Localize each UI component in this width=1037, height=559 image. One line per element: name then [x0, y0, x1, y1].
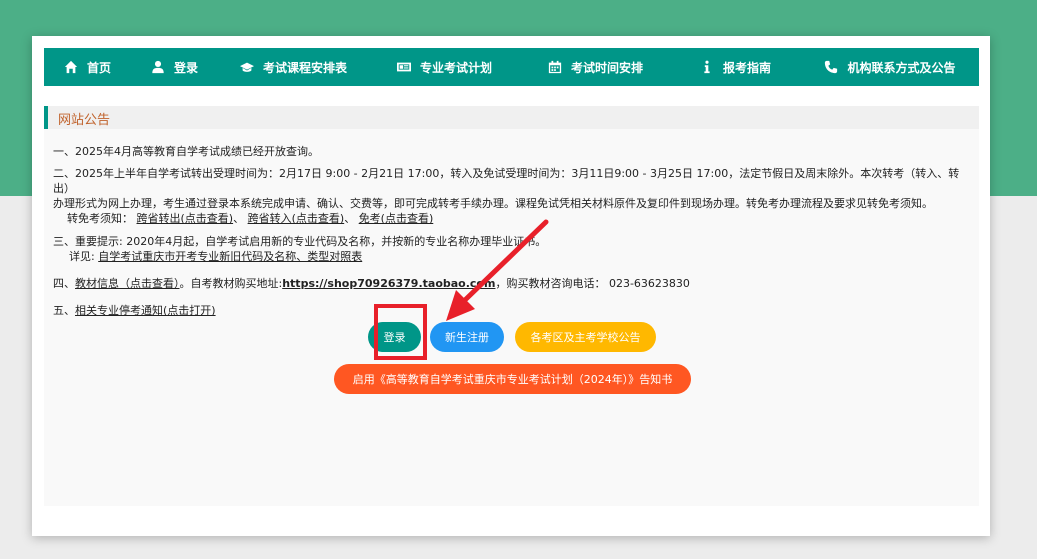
user-icon: [150, 59, 166, 75]
panel-header: 网站公告: [44, 106, 979, 129]
notice-text: 二、2025年上半年自学考试转出受理时间为：2月17日 9:00 - 2月21日…: [53, 167, 960, 195]
notice-item-2: 二、2025年上半年自学考试转出受理时间为：2月17日 9:00 - 2月21日…: [53, 166, 973, 226]
cross-province-out-link[interactable]: 跨省转出(点击查看): [137, 212, 234, 225]
notice-item-4: 四、教材信息（点击查看）。自考教材购买地址:https://shop709263…: [53, 276, 973, 291]
exemption-link[interactable]: 免考(点击查看): [359, 212, 434, 225]
notice-item-1: 一、2025年4月高等教育自学考试成绩已经开放查询。: [53, 144, 973, 159]
notice-links-prefix: 转免考须知：: [67, 212, 133, 225]
main-card: 首页 登录 考试课程安排表 专业考试计划 考试时间安排 报考指南 机构联系方式及…: [32, 36, 990, 536]
notice-detail-prefix: 详见:: [69, 250, 99, 263]
exam-plan-notice-button[interactable]: 启用《高等教育自学考试重庆市专业考试计划（2024年）》告知书: [334, 364, 691, 394]
notice-item-3: 三、重要提示: 2020年4月起，自学考试启用新的专业代码及名称，并按新的专业名…: [53, 234, 973, 264]
announcement-panel: 网站公告 一、2025年4月高等教育自学考试成绩已经开放查询。 二、2025年上…: [44, 106, 979, 506]
cross-province-in-link[interactable]: 跨省转入(点击查看): [248, 212, 345, 225]
nav-item-label: 登录: [173, 60, 198, 75]
nav-item-guide[interactable]: 报考指南: [670, 48, 800, 86]
nav-item-home[interactable]: 首页: [44, 48, 130, 86]
notice-text: 办理形式为网上办理，考生通过登录本系统完成申请、确认、交费等，即可完成转考手续办…: [53, 197, 933, 210]
notice-prefix: 四、: [53, 277, 75, 290]
info-icon: [699, 59, 715, 75]
notice-text: 。自考教材购买地址:: [179, 277, 283, 290]
nav-item-label: 专业考试计划: [419, 60, 492, 75]
notice-detail: 详见: 自学考试重庆市开考专业新旧代码及名称、类型对照表: [53, 249, 973, 264]
nav-item-exam-plan[interactable]: 专业考试计划: [368, 48, 520, 86]
taobao-shop-link[interactable]: https://shop70926379.taobao.com: [282, 277, 495, 290]
phone-icon: [823, 59, 839, 75]
home-icon: [63, 59, 79, 75]
nav-item-label: 考试时间安排: [570, 60, 643, 75]
separator: 、: [344, 212, 356, 225]
notice-item-5: 五、相关专业停考通知(点击打开): [53, 303, 973, 318]
major-code-table-link[interactable]: 自学考试重庆市开考专业新旧代码及名称、类型对照表: [98, 250, 362, 263]
notice-links: 转免考须知： 跨省转出(点击查看)、 跨省转入(点击查看)、 免考(点击查看): [53, 211, 973, 226]
nav-bar: 首页 登录 考试课程安排表 专业考试计划 考试时间安排 报考指南 机构联系方式及…: [44, 48, 979, 86]
calendar-icon: [547, 59, 563, 75]
nav-item-label: 考试课程安排表: [262, 60, 347, 75]
exam-schools-button[interactable]: 各考区及主考学校公告: [515, 322, 656, 352]
register-button[interactable]: 新生注册: [430, 322, 504, 352]
graduation-cap-icon: [239, 59, 255, 75]
notice-prefix: 五、: [53, 304, 75, 317]
nav-item-label: 报考指南: [722, 60, 771, 75]
nav-item-exam-time[interactable]: 考试时间安排: [520, 48, 670, 86]
panel-title: 网站公告: [58, 113, 111, 128]
nav-item-contact[interactable]: 机构联系方式及公告: [800, 48, 979, 86]
nav-item-label: 机构联系方式及公告: [847, 60, 956, 75]
id-card-icon: [396, 59, 412, 75]
textbook-info-link[interactable]: 教材信息（点击查看）: [75, 277, 180, 290]
separator: 、: [233, 212, 245, 225]
notice-text: 一、2025年4月高等教育自学考试成绩已经开放查询。: [53, 145, 319, 158]
nav-item-course-schedule[interactable]: 考试课程安排表: [218, 48, 368, 86]
notice-text: ，购买教材咨询电话： 023-63623830: [495, 277, 690, 290]
nav-item-label: 首页: [86, 60, 111, 75]
suspension-notice-link[interactable]: 相关专业停考通知(点击打开): [75, 304, 216, 317]
notice-text: 三、重要提示: 2020年4月起，自学考试启用新的专业代码及名称，并按新的专业名…: [53, 235, 547, 248]
login-button[interactable]: 登录: [368, 322, 421, 352]
nav-item-login[interactable]: 登录: [130, 48, 218, 86]
